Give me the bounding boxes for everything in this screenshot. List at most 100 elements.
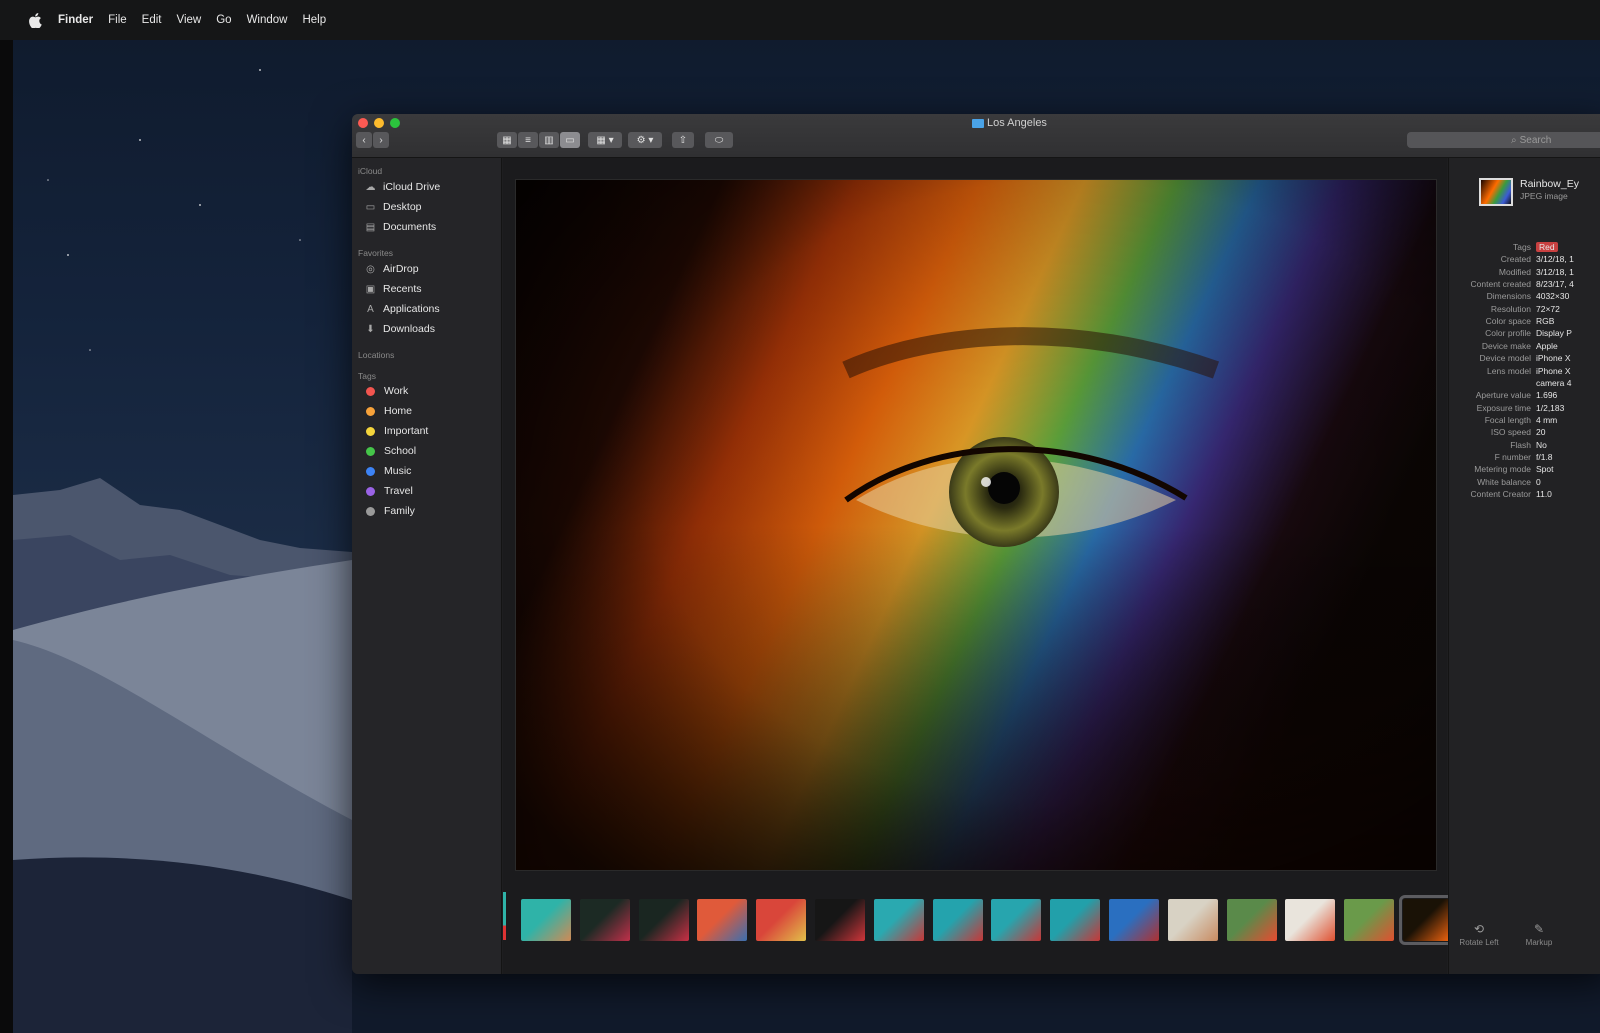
metadata-value: 8/23/17, 4 — [1536, 279, 1574, 290]
tag-label: Music — [384, 465, 412, 477]
metadata-value: No — [1536, 439, 1547, 450]
metadata-value: 3/12/18, 1 — [1536, 254, 1574, 265]
sidebar-section-favorites: Favorites — [358, 248, 393, 258]
markup-button[interactable]: ✎ Markup — [1509, 922, 1569, 947]
markup-icon: ✎ — [1533, 922, 1545, 936]
thumbnail[interactable] — [1285, 899, 1336, 941]
thumbnail[interactable] — [697, 899, 748, 941]
thumbnail[interactable] — [638, 899, 689, 941]
thumbnail-selected[interactable] — [1399, 895, 1457, 945]
menu-edit[interactable]: Edit — [142, 14, 162, 26]
metadata-row: Device make Apple — [1449, 341, 1600, 353]
metadata-row: Modified 3/12/18, 1 — [1449, 267, 1600, 279]
metadata-row: Content created 8/23/17, 4 — [1449, 279, 1600, 291]
thumbnail[interactable] — [815, 899, 865, 941]
metadata-key: Focal length — [1484, 414, 1531, 425]
tag-dot-icon — [366, 406, 375, 416]
search-icon: ⌕ — [1511, 134, 1517, 146]
thumbnail[interactable] — [579, 899, 630, 941]
action-button[interactable]: ⚙ ▾ — [628, 132, 662, 148]
tag-school[interactable]: School — [364, 442, 416, 460]
thumbnail[interactable] — [1226, 899, 1277, 941]
list-view-button[interactable]: ≡ — [518, 132, 538, 148]
metadata-row: Metering mode Spot — [1449, 464, 1600, 476]
gear-icon: ⚙ ▾ — [636, 134, 654, 146]
minimize-button[interactable] — [374, 118, 384, 128]
sidebar-item-airdrop[interactable]: ◎ AirDrop — [364, 260, 418, 278]
tag-work[interactable]: Work — [364, 382, 408, 400]
sidebar-item-recents[interactable]: ▣ Recents — [364, 280, 422, 298]
chevron-right-icon: › — [379, 134, 383, 146]
metadata-value: Display P — [1536, 328, 1572, 339]
tag-red-badge: Red — [1536, 242, 1558, 252]
tag-travel[interactable]: Travel — [364, 482, 413, 500]
menu-finder[interactable]: Finder — [58, 14, 93, 26]
sidebar-section-locations[interactable]: Locations — [358, 350, 394, 360]
thumbnail[interactable] — [756, 899, 807, 941]
tag-music[interactable]: Music — [364, 462, 411, 480]
menu-file[interactable]: File — [108, 14, 127, 26]
share-icon: ⇧ — [678, 134, 688, 146]
finder-window: Los Angeles ‹ › ▦ ≡ ▥ ▭ ▦ ▾ ⚙ ▾ ⇧ ⬭ ⌕ Se… — [352, 114, 1600, 974]
tag-home[interactable]: Home — [364, 402, 412, 420]
sidebar-section-tags[interactable]: Tags — [358, 371, 376, 381]
apple-menu-icon[interactable] — [28, 12, 42, 28]
search-field[interactable]: ⌕ Search — [1407, 132, 1600, 148]
metadata-value: iPhone X — [1536, 365, 1571, 376]
tag-important[interactable]: Important — [364, 422, 428, 440]
sidebar-item-documents[interactable]: ▤ Documents — [364, 218, 436, 236]
metadata-row: Device model iPhone X — [1449, 353, 1600, 365]
metadata-row: Resolution 72×72 — [1449, 304, 1600, 316]
thumbnail[interactable] — [873, 899, 924, 941]
back-button[interactable]: ‹ — [356, 132, 372, 148]
metadata-row: Tags Red — [1449, 242, 1600, 254]
metadata-row: Exposure time 1/2,183 — [1449, 403, 1600, 415]
thumbnail[interactable] — [1344, 899, 1395, 941]
metadata-value: 1.696 — [1536, 390, 1558, 401]
sidebar-item-downloads[interactable]: ⬇ Downloads — [364, 320, 435, 338]
tag-family[interactable]: Family — [364, 502, 415, 520]
icon-view-button[interactable]: ▦ — [497, 132, 517, 148]
thumbnail-strip[interactable] — [503, 890, 1457, 956]
metadata-row: Flash No — [1449, 440, 1600, 452]
tag-label: Travel — [384, 485, 413, 497]
share-button[interactable]: ⇧ — [672, 132, 694, 148]
rotate-left-button[interactable]: ⟲ Rotate Left — [1449, 922, 1509, 947]
menu-window[interactable]: Window — [247, 14, 288, 26]
metadata-row: Content Creator 11.0 — [1449, 489, 1600, 501]
image-preview[interactable] — [515, 179, 1437, 871]
sidebar-item-applications[interactable]: A Applications — [364, 300, 439, 318]
zoom-button[interactable] — [390, 118, 400, 128]
sidebar-item-desktop[interactable]: ▭ Desktop — [364, 198, 422, 216]
metadata-key: Resolution — [1490, 303, 1531, 314]
thumbnail[interactable] — [991, 899, 1042, 941]
group-button[interactable]: ▦ ▾ — [588, 132, 622, 148]
list-icon: ≡ — [525, 134, 531, 146]
thumbnail[interactable] — [1109, 899, 1159, 941]
thumbnail[interactable] — [932, 899, 983, 941]
metadata-key: Aperture value — [1475, 390, 1531, 401]
tag-dot-icon — [366, 466, 375, 476]
sidebar-item-icloud-drive[interactable]: ☁ iCloud Drive — [364, 178, 441, 196]
gallery-view-button[interactable]: ▭ — [560, 132, 580, 148]
metadata-value: Spot — [1536, 464, 1554, 475]
close-button[interactable] — [358, 118, 368, 128]
column-view-button[interactable]: ▥ — [539, 132, 559, 148]
forward-button[interactable]: › — [373, 132, 389, 148]
tag-label: Important — [384, 425, 429, 437]
thumbnail[interactable] — [1167, 899, 1218, 941]
menu-go[interactable]: Go — [216, 14, 231, 26]
thumbnail[interactable] — [521, 899, 571, 941]
thumbnail[interactable] — [1050, 899, 1101, 941]
menu-help[interactable]: Help — [302, 14, 326, 26]
menu-view[interactable]: View — [177, 14, 202, 26]
title-bar[interactable]: Los Angeles ‹ › ▦ ≡ ▥ ▭ ▦ ▾ ⚙ ▾ ⇧ ⬭ ⌕ Se… — [352, 114, 1600, 158]
metadata-value: camera 4 — [1536, 377, 1572, 388]
metadata-key: Color profile — [1485, 328, 1531, 339]
metadata-row: Aperture value 1.696 — [1449, 390, 1600, 402]
recents-icon: ▣ — [365, 283, 376, 295]
metadata-value: Apple — [1536, 340, 1558, 351]
tag-dot-icon — [366, 446, 375, 456]
tags-button[interactable]: ⬭ — [705, 132, 733, 148]
applications-icon: A — [367, 303, 374, 315]
